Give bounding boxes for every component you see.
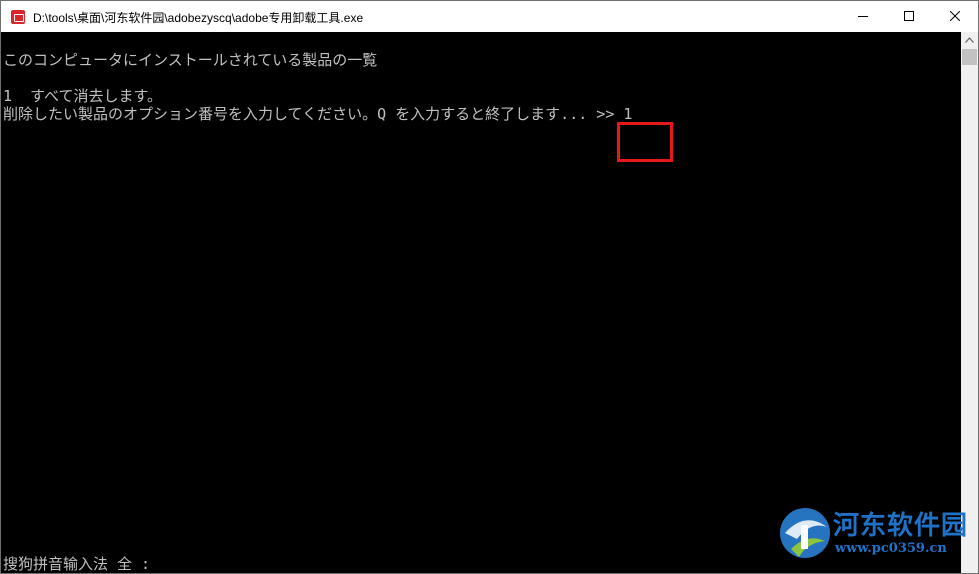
close-button[interactable] — [932, 1, 978, 32]
site-name: 河东软件园 — [833, 511, 969, 541]
scroll-up-button[interactable] — [961, 32, 978, 49]
minimize-button[interactable] — [840, 1, 886, 32]
vertical-scrollbar[interactable] — [961, 32, 978, 573]
ime-status-text: 搜狗拼音输入法 全 : — [3, 555, 151, 573]
maximize-button[interactable] — [886, 1, 932, 32]
console-line-product-list-header: このコンピュータにインストールされている製品の一覧 — [3, 51, 378, 69]
minimize-icon — [858, 16, 868, 17]
console-line-option-1: 1 すべて消去します。 — [3, 87, 162, 105]
console-line-prompt: 削除したい製品のオプション番号を入力してください。Q を入力すると終了します..… — [3, 105, 633, 123]
site-watermark: 河东软件园 www.pc0359.cn — [777, 501, 977, 565]
window-title: D:\tools\桌面\河东软件园\adobezyscq\adobe专用卸载工具… — [33, 11, 364, 25]
title-bar[interactable]: D:\tools\桌面\河东软件园\adobezyscq\adobe专用卸载工具… — [1, 1, 978, 32]
close-icon — [950, 11, 960, 21]
chevron-up-icon — [965, 37, 974, 43]
scroll-thumb[interactable] — [962, 49, 977, 65]
console-output[interactable]: このコンピュータにインストールされている製品の一覧 1 すべて消去します。 削除… — [1, 32, 961, 573]
input-highlight-box — [617, 122, 673, 162]
console-window: D:\tools\桌面\河东软件园\adobezyscq\adobe专用卸载工具… — [0, 0, 979, 574]
site-logo-icon — [780, 508, 830, 558]
adobe-uninstaller-icon[interactable] — [11, 10, 25, 24]
site-url: www.pc0359.cn — [835, 541, 947, 556]
maximize-icon — [904, 11, 914, 21]
